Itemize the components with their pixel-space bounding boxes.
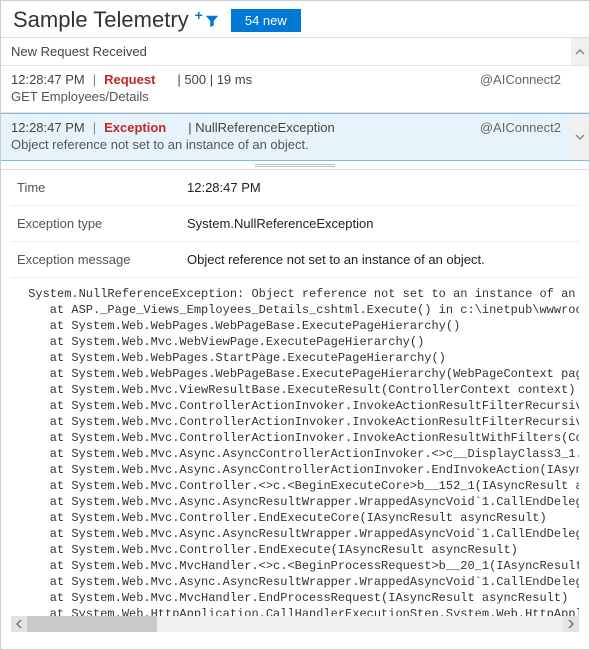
detail-row-exception-type: Exception type System.NullReferenceExcep… — [11, 206, 579, 242]
detail-row-time: Time 12:28:47 PM — [11, 170, 579, 206]
detail-label: Time — [17, 180, 187, 195]
new-count-badge[interactable]: 54 new — [231, 9, 301, 32]
horizontal-scrollbar[interactable] — [11, 616, 579, 632]
telemetry-row-request[interactable]: 12:28:47 PM | Request | 500 | 19 ms @AIC… — [1, 66, 589, 113]
detail-label: Exception message — [17, 252, 187, 267]
row-subline: GET Employees/Details — [11, 89, 561, 104]
row-timestamp: 12:28:47 PM — [11, 72, 85, 87]
detail-row-exception-message: Exception message Object reference not s… — [11, 242, 579, 278]
row-kind: Exception — [104, 120, 166, 135]
stack-trace-text[interactable]: System.NullReferenceException: Object re… — [11, 284, 579, 632]
scroll-down-button[interactable] — [571, 114, 589, 160]
detail-value: Object reference not set to an instance … — [187, 252, 573, 267]
title-icons: + — [195, 12, 219, 29]
detail-label: Exception type — [17, 216, 187, 231]
row-source: @AIConnect2 — [480, 120, 561, 135]
row-source: @AIConnect2 — [480, 72, 561, 87]
filter-icon[interactable] — [205, 14, 219, 31]
add-icon[interactable]: + — [195, 7, 203, 23]
telemetry-row-exception[interactable]: 12:28:47 PM | Exception | NullReferenceE… — [1, 113, 589, 161]
scroll-up-button[interactable] — [571, 38, 589, 65]
details-pane: Time 12:28:47 PM Exception type System.N… — [1, 169, 589, 632]
row-subline: Object reference not set to an instance … — [11, 137, 561, 152]
telemetry-list: New Request Received 12:28:47 PM | Reque… — [1, 37, 589, 161]
scrollbar-track[interactable] — [27, 616, 563, 632]
scroll-left-button[interactable] — [11, 616, 27, 632]
row-timestamp: 12:28:47 PM — [11, 120, 85, 135]
list-group-header: New Request Received — [1, 38, 589, 66]
row-summary: | NullReferenceException — [188, 120, 334, 135]
row-summary: | 500 | 19 ms — [177, 72, 252, 87]
splitter-handle[interactable] — [1, 161, 589, 169]
stack-trace-viewport: System.NullReferenceException: Object re… — [11, 284, 579, 632]
detail-value: 12:28:47 PM — [187, 180, 573, 195]
scroll-right-button[interactable] — [563, 616, 579, 632]
row-kind: Request — [104, 72, 155, 87]
panel-title: Sample Telemetry — [13, 7, 189, 33]
scrollbar-thumb[interactable] — [27, 616, 157, 632]
detail-value: System.NullReferenceException — [187, 216, 573, 231]
list-group-title: New Request Received — [1, 38, 571, 65]
panel-header: Sample Telemetry + 54 new — [1, 1, 589, 37]
